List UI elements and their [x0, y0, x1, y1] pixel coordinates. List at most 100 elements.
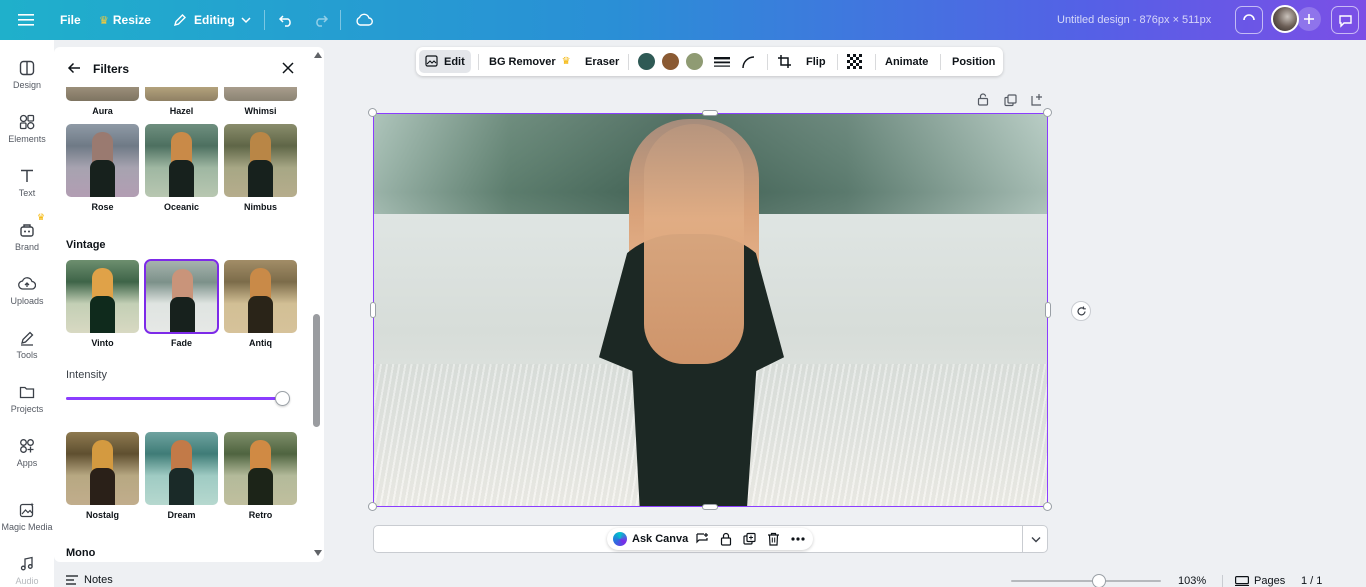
back-arrow-icon[interactable]: [67, 61, 81, 75]
more-options-icon[interactable]: [791, 537, 805, 541]
vintage-heading: Vintage: [66, 239, 106, 251]
cloud-sync-icon[interactable]: [355, 0, 373, 40]
intensity-slider[interactable]: [66, 391, 290, 407]
audio-icon: [20, 556, 33, 571]
filter-thumb-hazel[interactable]: [145, 87, 218, 101]
trash-icon[interactable]: [767, 532, 780, 546]
filter-thumb-antiq[interactable]: [224, 260, 297, 333]
rail-item-projects[interactable]: Projects: [0, 380, 54, 430]
eraser-button[interactable]: Eraser: [585, 47, 619, 76]
rail-item-uploads[interactable]: Uploads: [0, 272, 54, 322]
resize-handle-tl[interactable]: [368, 108, 377, 117]
filter-thumb-nimbus[interactable]: [224, 124, 297, 197]
rail-item-brand[interactable]: ♛ Brand: [0, 212, 54, 268]
rail-label: Projects: [10, 404, 44, 414]
filter-thumb-vinto[interactable]: [66, 260, 139, 333]
flip-button[interactable]: Flip: [806, 47, 826, 76]
filter-label: Vinto: [91, 338, 114, 348]
file-menu[interactable]: File: [60, 0, 81, 40]
notes-button[interactable]: Notes: [66, 574, 113, 586]
close-icon[interactable]: [282, 62, 294, 74]
duplicate-icon[interactable]: [1004, 94, 1017, 107]
undo-icon[interactable]: [278, 0, 294, 40]
rail-item-magic-media[interactable]: Magic Media: [0, 498, 54, 548]
zoom-slider[interactable]: [1011, 574, 1161, 587]
resize-handle-left[interactable]: [370, 302, 376, 318]
rail-item-tools[interactable]: Tools: [0, 326, 54, 376]
corner-rounding-icon[interactable]: [741, 47, 755, 76]
comment-button[interactable]: [1331, 6, 1359, 34]
rail-item-apps[interactable]: Apps: [0, 434, 54, 484]
editing-dropdown[interactable]: Editing: [173, 0, 251, 40]
filter-thumb-rose[interactable]: [66, 124, 139, 197]
menu-icon[interactable]: [18, 0, 34, 40]
lock-icon[interactable]: [720, 532, 732, 546]
add-page-icon[interactable]: [1031, 93, 1044, 106]
design-canvas-image[interactable]: [373, 113, 1048, 507]
filter-label: Fade: [170, 338, 192, 348]
color-swatch-2[interactable]: [662, 53, 679, 70]
canva-assistant-icon: [613, 532, 627, 546]
redo-icon[interactable]: [313, 0, 329, 40]
filter-thumb-oceanic[interactable]: [145, 124, 218, 197]
resize-handle-br[interactable]: [1043, 502, 1052, 511]
chevron-down-icon[interactable]: [1031, 536, 1041, 543]
filter-thumb-dream[interactable]: [145, 432, 218, 505]
resize-handle-bottom[interactable]: [702, 504, 718, 510]
scroll-up-icon[interactable]: [313, 51, 323, 59]
filter-label: Retro: [248, 510, 273, 520]
color-swatch-3[interactable]: [686, 53, 703, 70]
filter-thumb-aura[interactable]: [66, 87, 139, 101]
bg-remover-button[interactable]: BG Remover ♛: [489, 47, 571, 76]
panel-scrollbar[interactable]: [312, 47, 324, 562]
resize-handle-right[interactable]: [1045, 302, 1051, 318]
avatar[interactable]: [1271, 5, 1299, 33]
resize-handle-bl[interactable]: [368, 502, 377, 511]
filter-thumb-whimsi[interactable]: [224, 87, 297, 101]
magic-button[interactable]: [1235, 6, 1263, 34]
filter-thumb-retro[interactable]: [224, 432, 297, 505]
design-icon: [19, 60, 35, 76]
pages-button[interactable]: Pages: [1235, 575, 1285, 587]
filter-label: Nostalg: [85, 510, 119, 520]
duplicate-icon[interactable]: [743, 532, 757, 546]
edit-button[interactable]: Edit: [419, 50, 471, 73]
panel-scroll-thumb[interactable]: [313, 314, 320, 427]
resize-handle-tr[interactable]: [1043, 108, 1052, 117]
rail-item-text[interactable]: Text: [0, 164, 54, 214]
filter-label: Oceanic: [163, 202, 200, 212]
filter-thumb-nostalg[interactable]: [66, 432, 139, 505]
rail-item-elements[interactable]: Elements: [0, 110, 54, 160]
resize-handle-top[interactable]: [702, 110, 718, 116]
filter-label: Rose: [91, 202, 114, 212]
filter-thumb-fade[interactable]: [144, 259, 219, 334]
rail-label: Tools: [16, 350, 38, 360]
color-swatch-1[interactable]: [638, 53, 655, 70]
zoom-knob[interactable]: [1092, 574, 1106, 587]
crop-icon[interactable]: [777, 47, 792, 76]
rail-label: Magic Media: [1, 522, 53, 532]
scroll-down-icon[interactable]: [313, 549, 323, 557]
transparency-icon[interactable]: [847, 47, 862, 76]
filter-label: Antiq: [249, 338, 272, 348]
design-title[interactable]: Untitled design - 876px × 511px: [1057, 0, 1211, 40]
projects-icon: [19, 386, 35, 399]
rail-item-audio[interactable]: Audio: [0, 552, 54, 587]
lock-icon[interactable]: [977, 93, 989, 106]
filters-panel: Filters Aura Hazel Whimsi Rose Oceanic N…: [54, 47, 324, 562]
rotate-icon: [1076, 306, 1086, 315]
tools-icon: [21, 331, 34, 346]
resize-button[interactable]: ♛ Resize: [99, 0, 151, 40]
animate-button[interactable]: Animate: [885, 47, 928, 76]
position-button[interactable]: Position: [952, 47, 995, 76]
rail-item-design[interactable]: Design: [0, 56, 54, 106]
add-collaborator-button[interactable]: [1297, 7, 1321, 31]
zoom-value[interactable]: 103%: [1178, 575, 1206, 587]
plus-icon: [1304, 14, 1314, 24]
rotate-button[interactable]: [1071, 301, 1091, 321]
add-comment-icon[interactable]: [695, 532, 709, 546]
intensity-knob[interactable]: [275, 391, 290, 406]
border-style-icon[interactable]: [714, 47, 730, 76]
ask-canva-toolbar: Ask Canva: [607, 528, 813, 550]
ask-canva-button[interactable]: Ask Canva: [613, 531, 688, 547]
